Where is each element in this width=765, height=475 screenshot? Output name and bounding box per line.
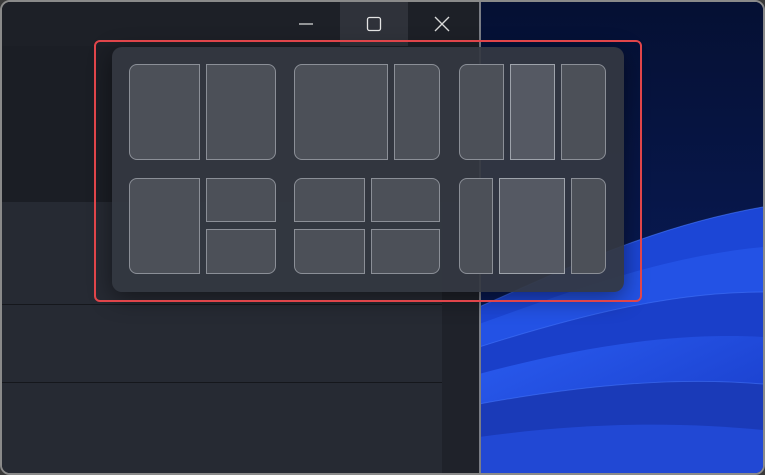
snap-layouts-highlight — [94, 40, 642, 302]
screen — [0, 0, 765, 475]
close-icon — [434, 16, 450, 32]
desktop-frame — [0, 0, 765, 475]
minimize-icon — [299, 23, 313, 25]
maximize-icon — [366, 16, 382, 32]
row-divider — [2, 382, 442, 383]
row-divider — [2, 304, 442, 305]
